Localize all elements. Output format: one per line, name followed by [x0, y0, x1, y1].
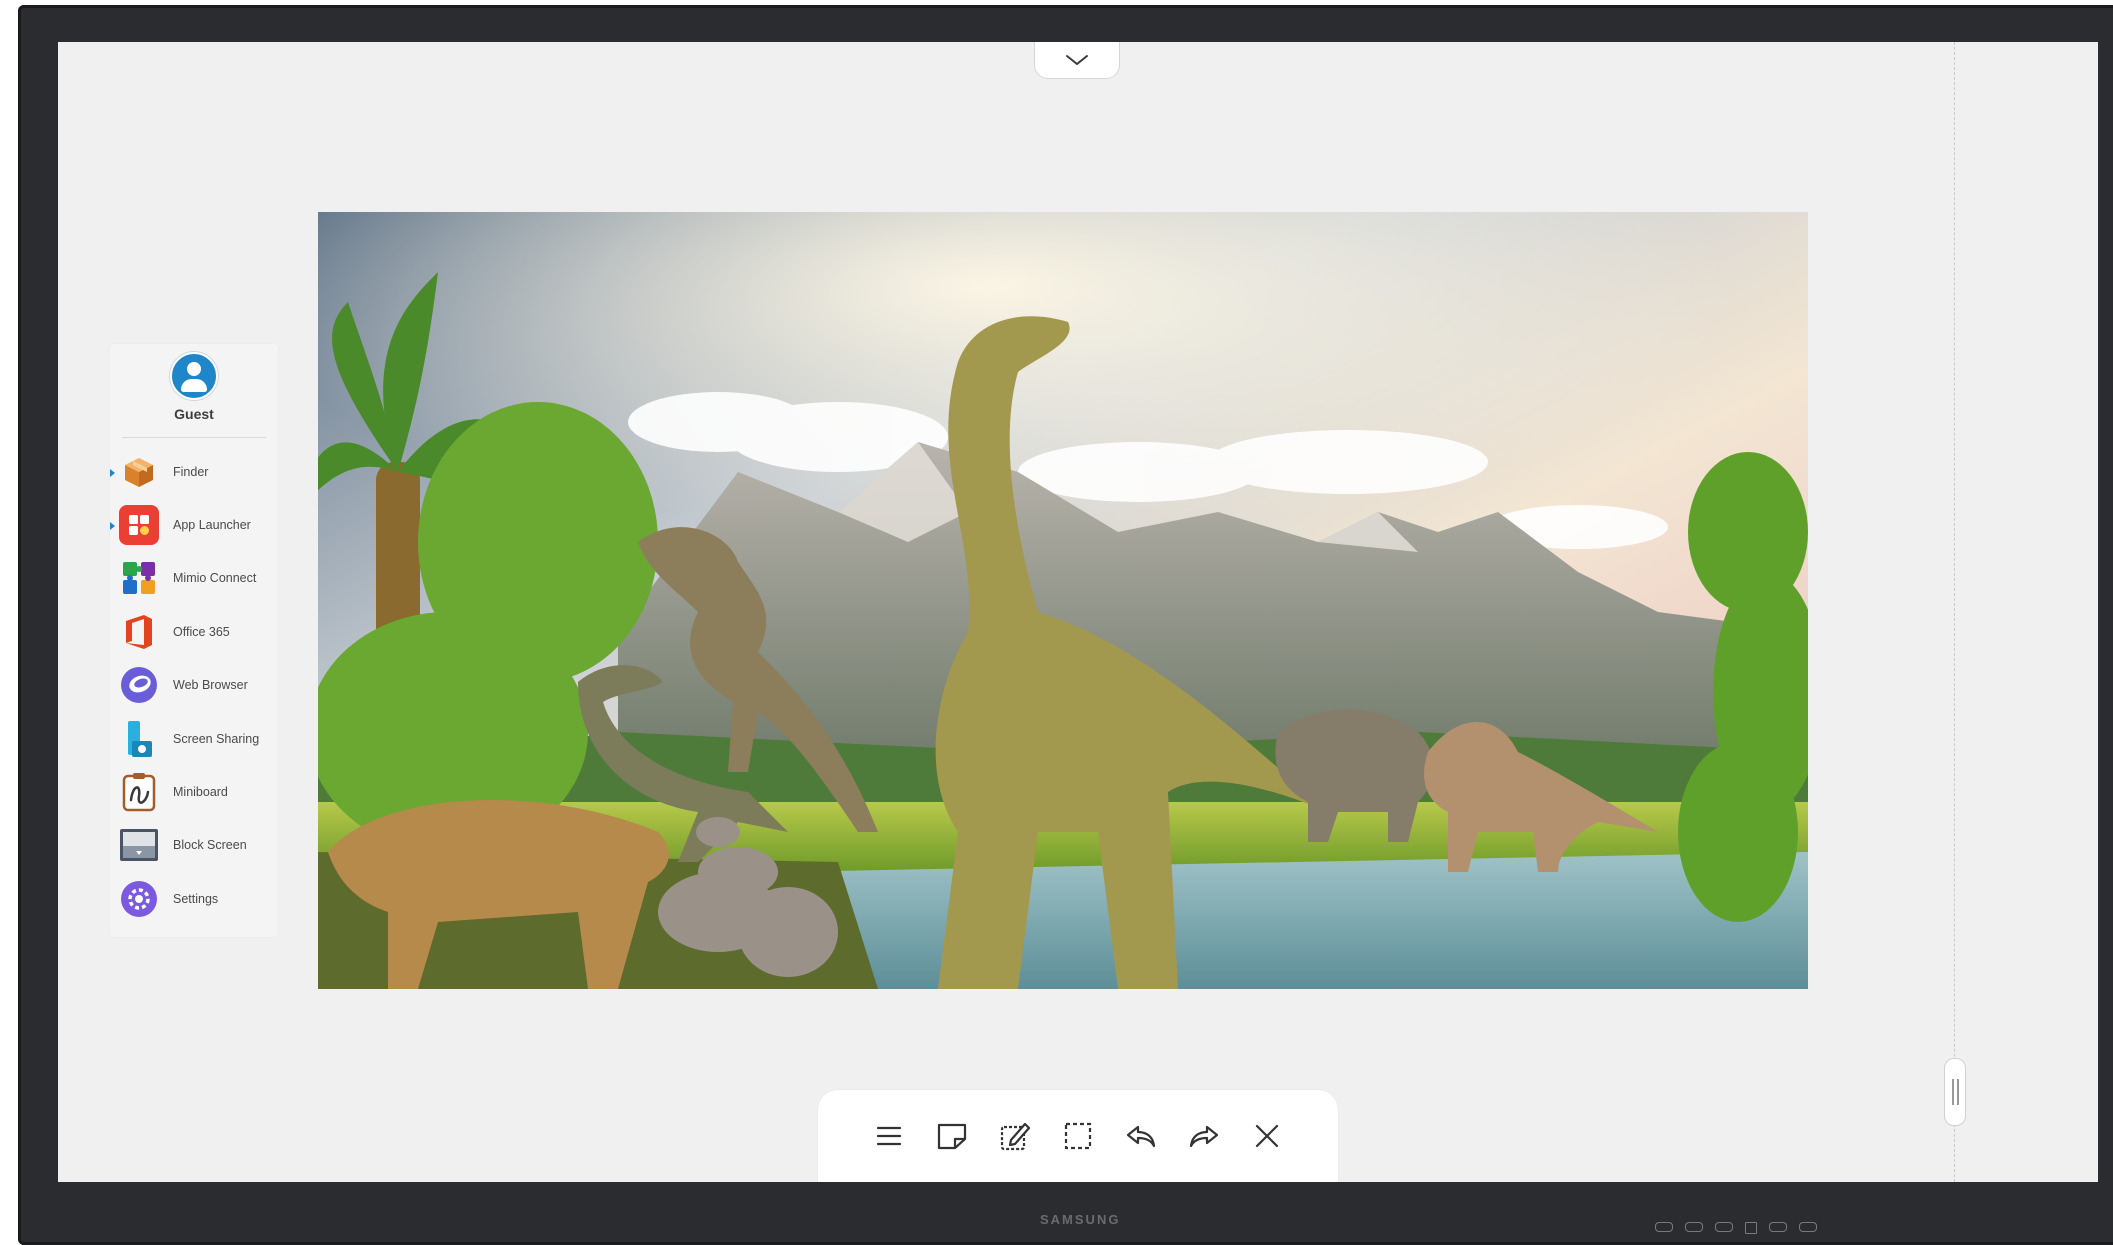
- edit-note-icon: [1000, 1122, 1031, 1151]
- select-area-button[interactable]: [1060, 1118, 1096, 1154]
- menu-icon: [876, 1126, 902, 1146]
- app-item-finder[interactable]: Finder: [110, 445, 278, 498]
- top-drawer-handle[interactable]: [1034, 42, 1120, 79]
- undo-icon: [1126, 1125, 1156, 1148]
- app-label: Web Browser: [173, 678, 248, 693]
- clipboard-icon: [119, 772, 159, 812]
- app-label: Office 365: [173, 624, 230, 639]
- sticky-note-icon: [937, 1123, 967, 1150]
- app-list: Finder App Launcher Mimio Connect Office…: [110, 445, 278, 926]
- undo-button[interactable]: [1123, 1118, 1159, 1154]
- annotate-button[interactable]: [997, 1118, 1033, 1154]
- app-label: Miniboard: [173, 785, 228, 800]
- app-label: Screen Sharing: [173, 731, 260, 746]
- grip-line: [1951, 1079, 1954, 1105]
- avatar: [170, 352, 218, 400]
- hw-button: [1655, 1222, 1673, 1232]
- dinosaur-landscape-image: [318, 212, 1808, 989]
- app-item-miniboard[interactable]: Miniboard: [110, 765, 278, 818]
- block-screen-icon: [119, 825, 159, 865]
- box-icon: [119, 452, 159, 492]
- close-button[interactable]: [1249, 1118, 1285, 1154]
- app-label: Block Screen: [173, 838, 247, 853]
- hw-button: [1715, 1222, 1733, 1232]
- globe-icon: [119, 665, 159, 705]
- right-drawer-handle[interactable]: [1944, 1058, 1966, 1126]
- display-screen: Guest Finder App Launcher Mimio Connect …: [58, 42, 2098, 1182]
- menu-button[interactable]: [871, 1118, 907, 1154]
- office-icon: [119, 612, 159, 652]
- grip-line: [1956, 1079, 1959, 1105]
- app-item-settings[interactable]: Settings: [110, 872, 278, 925]
- gear-icon: [119, 879, 159, 919]
- hw-button: [1769, 1222, 1787, 1232]
- running-indicator: [110, 469, 115, 477]
- app-label: Finder: [173, 464, 209, 479]
- hardware-buttons: [1655, 1222, 1817, 1234]
- chevron-down-icon: [1066, 55, 1088, 65]
- app-label: App Launcher: [173, 518, 251, 533]
- right-edge-divider: [1954, 42, 1955, 1182]
- screen-share-icon: [119, 719, 159, 759]
- app-item-block-screen[interactable]: Block Screen: [110, 819, 278, 872]
- hw-button: [1685, 1222, 1703, 1232]
- hw-button: [1799, 1222, 1817, 1232]
- app-grid-icon: [119, 505, 159, 546]
- app-item-mimio-connect[interactable]: Mimio Connect: [110, 552, 278, 605]
- brand-logo: SAMSUNG: [1040, 1212, 1121, 1227]
- app-label: Mimio Connect: [173, 571, 257, 586]
- hw-power-button: [1745, 1222, 1757, 1234]
- user-name: Guest: [174, 406, 214, 422]
- running-indicator: [110, 522, 115, 531]
- puzzle-icon: [119, 558, 159, 598]
- user-profile[interactable]: Guest: [110, 352, 278, 422]
- close-icon: [1255, 1124, 1279, 1148]
- redo-icon: [1189, 1125, 1219, 1148]
- app-item-app-launcher[interactable]: App Launcher: [110, 498, 278, 551]
- app-item-screen-sharing[interactable]: Screen Sharing: [110, 712, 278, 765]
- select-area-icon: [1064, 1122, 1092, 1150]
- app-item-office-365[interactable]: Office 365: [110, 605, 278, 658]
- app-launcher-panel: Guest Finder App Launcher Mimio Connect …: [110, 344, 278, 937]
- app-label: Settings: [173, 891, 219, 906]
- annotation-toolbar: [818, 1090, 1338, 1182]
- app-item-web-browser[interactable]: Web Browser: [110, 659, 278, 712]
- redo-button[interactable]: [1186, 1118, 1222, 1154]
- sticky-note-button[interactable]: [934, 1118, 970, 1154]
- divider: [122, 437, 266, 438]
